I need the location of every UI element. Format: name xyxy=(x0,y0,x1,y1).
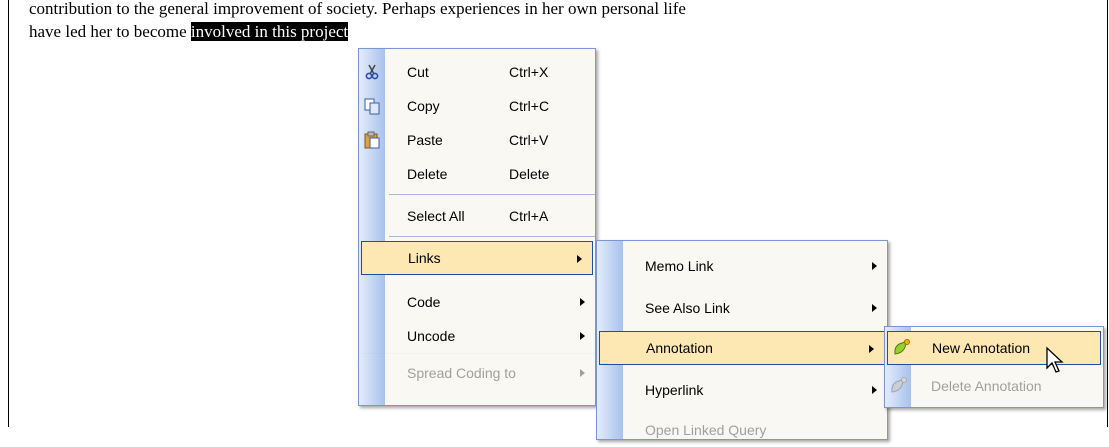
menu-item-label: Annotation xyxy=(646,340,713,356)
menu-item-copy[interactable]: Copy Ctrl+C xyxy=(359,89,595,123)
menu-item-shortcut: Ctrl+X xyxy=(509,64,549,80)
menu-item-label: Select All xyxy=(407,208,465,224)
submenu-arrow-icon xyxy=(872,262,877,270)
submenu-item-delete-annotation[interactable]: Delete Annotation xyxy=(885,369,1103,403)
submenu-item-see-also-link[interactable]: See Also Link xyxy=(597,291,887,325)
submenu-arrow-icon xyxy=(580,298,585,306)
menu-separator xyxy=(389,194,595,195)
menu-item-shortcut: Ctrl+C xyxy=(509,98,550,114)
submenu-arrow-icon xyxy=(580,369,585,377)
submenu-item-open-linked-query[interactable]: Open Linked Query xyxy=(597,413,887,447)
menu-item-label: Links xyxy=(408,250,441,266)
menu-item-links[interactable]: Links xyxy=(361,241,593,275)
menu-item-uncode[interactable]: Uncode xyxy=(359,319,595,353)
menu-item-label: Code xyxy=(407,294,441,310)
menu-item-label: Cut xyxy=(407,64,429,80)
submenu-arrow-icon xyxy=(872,304,877,312)
submenu-arrow-icon xyxy=(580,332,585,340)
menu-item-label: Paste xyxy=(407,132,443,148)
selected-text[interactable]: involved in xyxy=(190,22,268,41)
links-submenu: Memo Link See Also Link Annotation Hyper… xyxy=(596,240,888,440)
menu-item-select-all[interactable]: Select All Ctrl+A xyxy=(359,199,595,233)
menu-item-label: Copy xyxy=(407,98,440,114)
submenu-item-annotation[interactable]: Annotation xyxy=(599,331,885,365)
menu-item-shortcut: Ctrl+A xyxy=(509,208,549,224)
annotation-submenu: New Annotation Delete Annotation xyxy=(884,326,1104,408)
document-text-line-1: contribution to the general improvement … xyxy=(29,0,686,18)
menu-item-label: New Annotation xyxy=(932,340,1031,356)
context-menu: Cut Ctrl+X Copy Ctrl+C Paste Ctrl+V Dele… xyxy=(358,48,596,368)
submenu-item-memo-link[interactable]: Memo Link xyxy=(597,249,887,283)
document-text-line-2: have led her to become involved in this … xyxy=(29,22,349,42)
menu-item-label: Delete xyxy=(407,166,448,182)
submenu-item-new-annotation[interactable]: New Annotation xyxy=(887,331,1101,365)
submenu-arrow-icon xyxy=(869,345,874,353)
scissors-icon xyxy=(363,63,381,81)
submenu-arrow-icon xyxy=(872,386,877,394)
context-menu-bottom: Spread Coding to xyxy=(358,354,596,406)
menu-item-code[interactable]: Code xyxy=(359,285,595,319)
selected-text-hidden[interactable]: this project xyxy=(267,22,349,41)
delete-annotation-icon xyxy=(889,377,907,395)
menu-item-label: Hyperlink xyxy=(645,382,704,398)
menu-item-label: Spread Coding to xyxy=(407,365,516,381)
copy-icon xyxy=(363,97,381,115)
new-annotation-icon xyxy=(892,339,910,357)
menu-item-label: Delete Annotation xyxy=(931,378,1042,394)
menu-item-paste[interactable]: Paste Ctrl+V xyxy=(359,123,595,157)
paste-icon xyxy=(363,131,381,149)
menu-item-cut[interactable]: Cut Ctrl+X xyxy=(359,55,595,89)
mouse-pointer-icon xyxy=(1045,346,1067,381)
menu-separator xyxy=(389,236,595,237)
menu-item-label: Memo Link xyxy=(645,258,714,274)
menu-item-label: See Also Link xyxy=(645,300,730,316)
menu-item-label: Open Linked Query xyxy=(645,422,767,438)
menu-item-delete[interactable]: Delete Delete xyxy=(359,157,595,191)
menu-item-spread-coding[interactable]: Spread Coding to xyxy=(359,356,595,390)
menu-item-shortcut: Ctrl+V xyxy=(509,132,549,148)
document-text-plain: have led her to become xyxy=(29,22,191,41)
submenu-item-hyperlink[interactable]: Hyperlink xyxy=(597,373,887,407)
menu-item-shortcut: Delete xyxy=(509,166,550,182)
menu-item-label: Uncode xyxy=(407,328,456,344)
submenu-arrow-icon xyxy=(577,255,582,263)
